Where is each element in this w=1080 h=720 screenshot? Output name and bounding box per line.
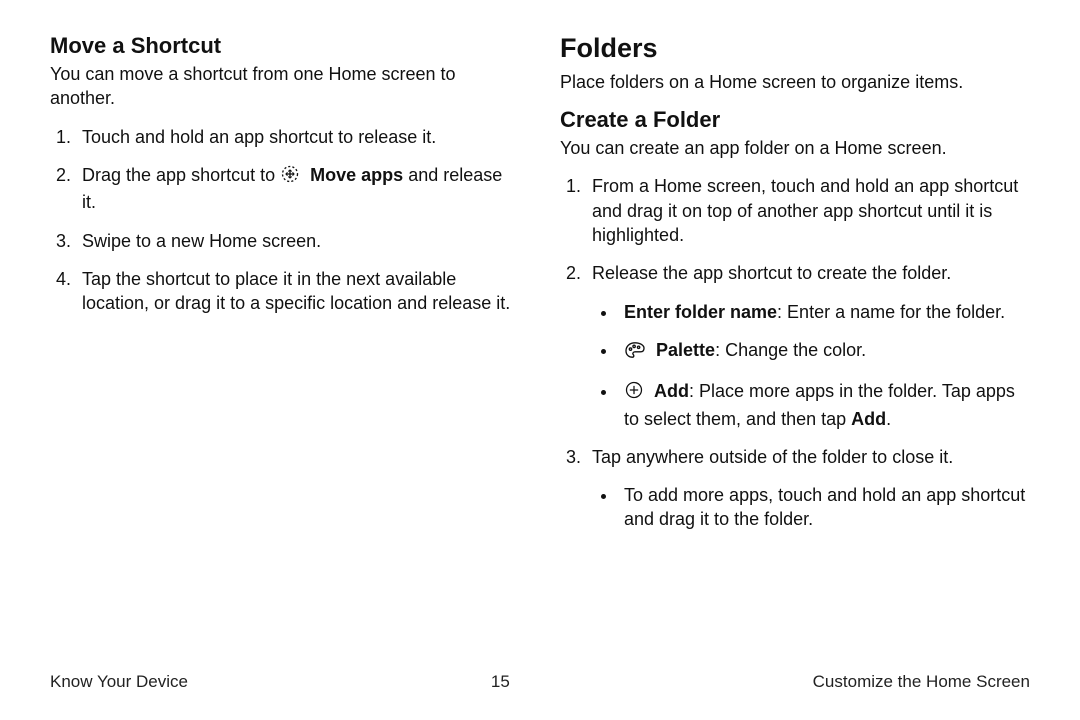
create-step-3-sub: To add more apps, touch and hold an app … bbox=[618, 483, 1030, 532]
intro-folders: Place folders on a Home screen to organi… bbox=[560, 70, 1030, 94]
add-label: Add bbox=[649, 381, 689, 401]
create-step-1: From a Home screen, touch and hold an ap… bbox=[586, 174, 1030, 247]
footer-right: Customize the Home Screen bbox=[813, 672, 1030, 692]
add-tail-bold: Add bbox=[851, 409, 886, 429]
intro-create-folder: You can create an app folder on a Home s… bbox=[560, 136, 1030, 160]
bullet-add: Add: Place more apps in the folder. Tap … bbox=[618, 379, 1030, 431]
create-step-3-bullets: To add more apps, touch and hold an app … bbox=[592, 483, 1030, 532]
heading-move-shortcut: Move a Shortcut bbox=[50, 34, 520, 58]
move-apps-icon bbox=[280, 164, 300, 190]
move-step-2: Drag the app shortcut to Move apps and r… bbox=[76, 163, 520, 215]
move-step-1: Touch and hold an app shortcut to releas… bbox=[76, 125, 520, 149]
bullet-palette: Palette: Change the color. bbox=[618, 338, 1030, 365]
move-step-3: Swipe to a new Home screen. bbox=[76, 229, 520, 253]
move-apps-label: Move apps bbox=[305, 165, 403, 185]
page-footer: Know Your Device 15 Customize the Home S… bbox=[50, 662, 1030, 692]
heading-create-folder: Create a Folder bbox=[560, 108, 1030, 132]
palette-icon bbox=[624, 341, 646, 365]
add-icon bbox=[624, 380, 644, 406]
enter-folder-name-label: Enter folder name bbox=[624, 302, 777, 322]
intro-move-shortcut: You can move a shortcut from one Home sc… bbox=[50, 62, 520, 111]
footer-left: Know Your Device bbox=[50, 672, 188, 692]
palette-rest: : Change the color. bbox=[715, 340, 866, 360]
right-column: Folders Place folders on a Home screen t… bbox=[560, 34, 1030, 662]
add-tail-end: . bbox=[886, 409, 891, 429]
create-step-2-bullets: Enter folder name: Enter a name for the … bbox=[592, 300, 1030, 431]
move-step-2-pre: Drag the app shortcut to bbox=[82, 165, 280, 185]
two-column-layout: Move a Shortcut You can move a shortcut … bbox=[50, 34, 1030, 662]
create-step-3: Tap anywhere outside of the folder to cl… bbox=[586, 445, 1030, 532]
enter-folder-name-rest: : Enter a name for the folder. bbox=[777, 302, 1005, 322]
steps-create-folder: From a Home screen, touch and hold an ap… bbox=[560, 174, 1030, 531]
palette-label: Palette bbox=[651, 340, 715, 360]
move-step-4: Tap the shortcut to place it in the next… bbox=[76, 267, 520, 316]
create-step-2: Release the app shortcut to create the f… bbox=[586, 261, 1030, 430]
heading-folders: Folders bbox=[560, 34, 1030, 64]
left-column: Move a Shortcut You can move a shortcut … bbox=[50, 34, 520, 662]
steps-move-shortcut: Touch and hold an app shortcut to releas… bbox=[50, 125, 520, 316]
page-root: Move a Shortcut You can move a shortcut … bbox=[0, 0, 1080, 720]
bullet-enter-folder-name: Enter folder name: Enter a name for the … bbox=[618, 300, 1030, 324]
footer-page-number: 15 bbox=[491, 672, 510, 692]
